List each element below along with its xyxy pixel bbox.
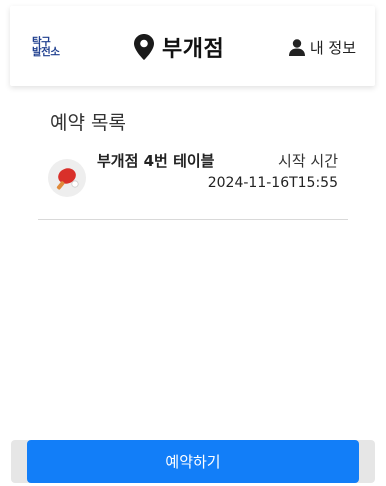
map-pin-icon [134, 34, 154, 60]
reservation-list-title: 예약 목록 [50, 112, 126, 134]
location-selector[interactable]: 부개점 [134, 32, 224, 62]
my-info-link[interactable]: 내 정보 [288, 36, 356, 58]
reservation-table-name: 부개점 4번 테이블 [97, 152, 215, 170]
logo-line-2: 발전소 [32, 46, 60, 58]
bottom-action-bar: 예약하기 [11, 440, 375, 483]
reservation-item[interactable]: 부개점 4번 테이블 시작 시간 2024-11-16T15:55 [38, 147, 348, 220]
user-icon [288, 38, 305, 56]
start-time-value: 2024-11-16T15:55 [207, 175, 338, 191]
reserve-button[interactable]: 예약하기 [27, 440, 359, 483]
reservation-avatar [48, 159, 86, 197]
location-name: 부개점 [162, 37, 225, 62]
my-info-label: 내 정보 [309, 38, 356, 57]
app-logo[interactable]: 탁구 발전소 [32, 37, 66, 59]
ping-pong-icon [56, 168, 79, 190]
app-header: 탁구 발전소 부개점 내 정보 [10, 6, 375, 86]
start-time-label: 시작 시간 [278, 152, 338, 170]
